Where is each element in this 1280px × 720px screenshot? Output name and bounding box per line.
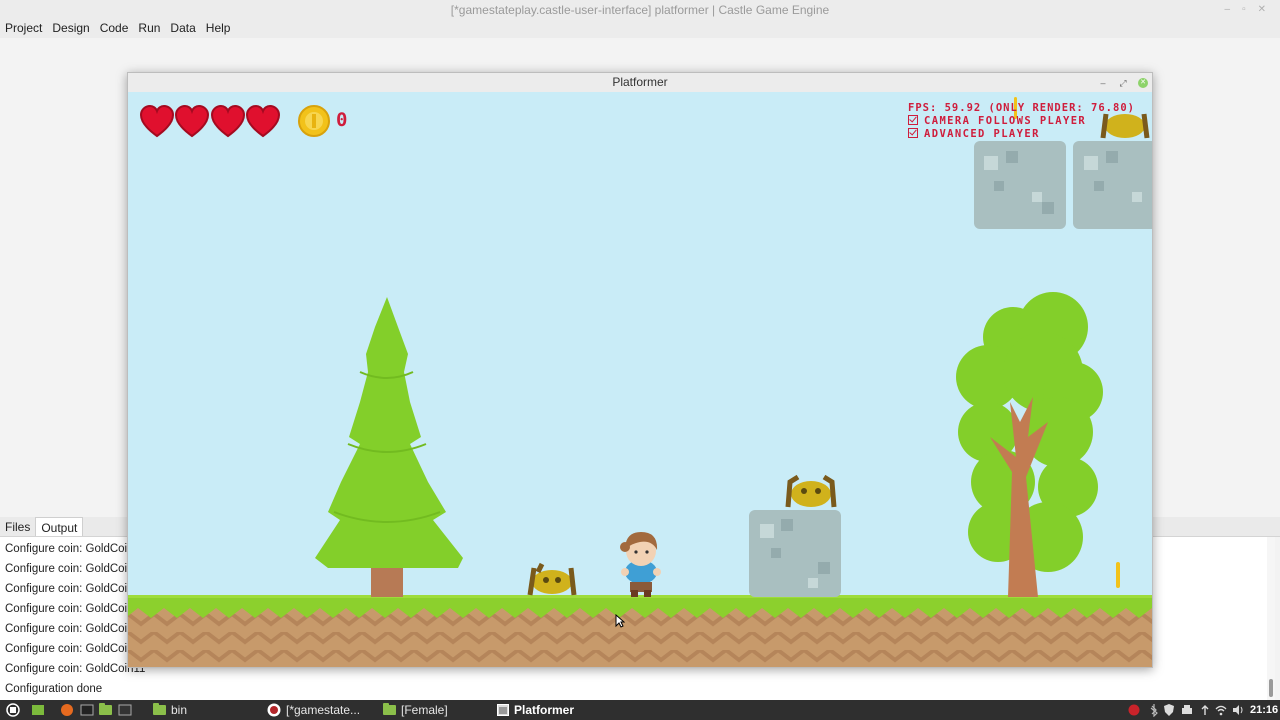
menu-run[interactable]: Run: [133, 18, 165, 38]
menu-bar: Project Design Code Run Data Help: [0, 18, 1280, 38]
window-icon: [497, 704, 509, 716]
heart-icon: [210, 104, 246, 138]
pine-tree: [315, 297, 463, 597]
taskbar-item-label: bin: [171, 703, 188, 717]
option-label: CAMERA FOLLOWS PLAYER: [924, 115, 1087, 127]
editor-window-controls: – ▫ ✕: [1225, 0, 1267, 20]
scrollbar-thumb[interactable]: [1269, 679, 1273, 697]
option-advanced-player[interactable]: ADVANCED PLAYER: [908, 128, 1040, 140]
spider-enemy: [1100, 113, 1150, 139]
log-line: Configure coin: GoldCoi: [5, 583, 128, 595]
taskbar: bin [*gamestate... [Female] Platformer 2…: [0, 700, 1280, 720]
taskbar-item-bin[interactable]: bin: [153, 700, 187, 720]
volume-icon[interactable]: [1232, 703, 1244, 717]
game-scene: [128, 97, 1152, 667]
log-line: Configure coin: GoldCoi: [5, 543, 128, 555]
maximize-icon[interactable]: ⤢: [1118, 78, 1128, 88]
fps-readout: FPS: 59.92 (ONLY RENDER: 76.80): [908, 102, 1135, 114]
menu-code[interactable]: Code: [95, 18, 134, 38]
close-icon[interactable]: ✕: [1138, 77, 1148, 88]
menu-project[interactable]: Project: [0, 18, 47, 38]
log-line: Configure coin: GoldCoi: [5, 643, 128, 655]
log-line: Configure coin: GoldCoi: [5, 563, 128, 575]
update-manager-icon[interactable]: [1128, 703, 1140, 717]
terminal-icon[interactable]: [118, 700, 132, 720]
log-line: Configure coin: GoldCoin11: [5, 663, 146, 675]
start-menu-icon[interactable]: [6, 700, 20, 720]
taskbar-item-label: Platformer: [514, 703, 575, 717]
coin-icon: [298, 105, 330, 137]
taskbar-item-platformer[interactable]: Platformer: [497, 700, 574, 720]
heart-icon: [174, 104, 210, 138]
clock[interactable]: 21:16: [1250, 700, 1278, 720]
player-character: [620, 532, 661, 597]
game-window[interactable]: Platformer – ⤢ ✕ 0 FPS: 59.92 (ONLY REND…: [127, 72, 1153, 668]
spider-enemy: [785, 474, 837, 508]
ground: [128, 595, 1152, 667]
wifi-icon[interactable]: [1215, 703, 1227, 717]
heart-icon: [245, 104, 281, 138]
taskbar-item-female[interactable]: [Female]: [383, 700, 448, 720]
maximize-icon[interactable]: ▫: [1242, 0, 1246, 20]
tab-output[interactable]: Output: [35, 517, 84, 536]
printer-icon[interactable]: [1181, 703, 1193, 717]
coin: [1116, 562, 1120, 588]
minimize-icon[interactable]: –: [1225, 0, 1231, 20]
game-window-controls: – ⤢ ✕: [1098, 73, 1148, 92]
show-desktop-icon[interactable]: [31, 700, 45, 720]
log-line: Configure coin: GoldCoi: [5, 603, 128, 615]
taskbar-item-label: [*gamestate...: [286, 703, 361, 717]
checkbox-icon[interactable]: [908, 115, 918, 125]
log-line: Configure coin: GoldCoi: [5, 623, 128, 635]
menu-help[interactable]: Help: [201, 18, 236, 38]
stone-block: [749, 510, 841, 597]
mouse-cursor-icon: [615, 614, 625, 628]
taskbar-item-editor[interactable]: [*gamestate...: [267, 700, 360, 720]
game-title-bar[interactable]: Platformer – ⤢ ✕: [128, 73, 1152, 92]
leafy-tree: [956, 292, 1103, 597]
option-label: ADVANCED PLAYER: [924, 128, 1040, 140]
game-window-title: Platformer: [612, 75, 668, 89]
game-viewport[interactable]: 0 FPS: 59.92 (ONLY RENDER: 76.80) CAMERA…: [128, 92, 1152, 667]
stone-block: [1073, 141, 1152, 229]
checkbox-icon[interactable]: [908, 128, 918, 138]
castle-engine-icon: [267, 703, 281, 717]
terminal-icon[interactable]: [80, 700, 94, 720]
heart-icon: [139, 104, 175, 138]
menu-data[interactable]: Data: [165, 18, 200, 38]
editor-title-bar: [*gamestateplay.castle-user-interface] p…: [0, 0, 1280, 20]
spider-enemy: [527, 562, 577, 596]
option-camera-follows[interactable]: CAMERA FOLLOWS PLAYER: [908, 115, 1086, 127]
stone-block: [974, 141, 1066, 229]
close-icon[interactable]: ✕: [1258, 0, 1266, 20]
shield-icon[interactable]: [1163, 703, 1175, 717]
firefox-icon[interactable]: [60, 700, 74, 720]
log-line: Configuration done: [5, 683, 103, 695]
coin-counter: 0: [336, 109, 348, 131]
tab-files[interactable]: Files: [0, 517, 35, 536]
minimize-icon[interactable]: –: [1098, 78, 1108, 88]
output-scrollbar[interactable]: [1267, 537, 1275, 700]
menu-design[interactable]: Design: [47, 18, 94, 38]
folder-icon: [153, 703, 166, 715]
folder-icon: [383, 703, 396, 715]
files-icon[interactable]: [99, 700, 112, 720]
editor-title: [*gamestateplay.castle-user-interface] p…: [450, 3, 830, 17]
bluetooth-icon[interactable]: [1148, 703, 1160, 717]
network-icon[interactable]: [1199, 703, 1211, 717]
taskbar-item-label: [Female]: [401, 703, 448, 717]
